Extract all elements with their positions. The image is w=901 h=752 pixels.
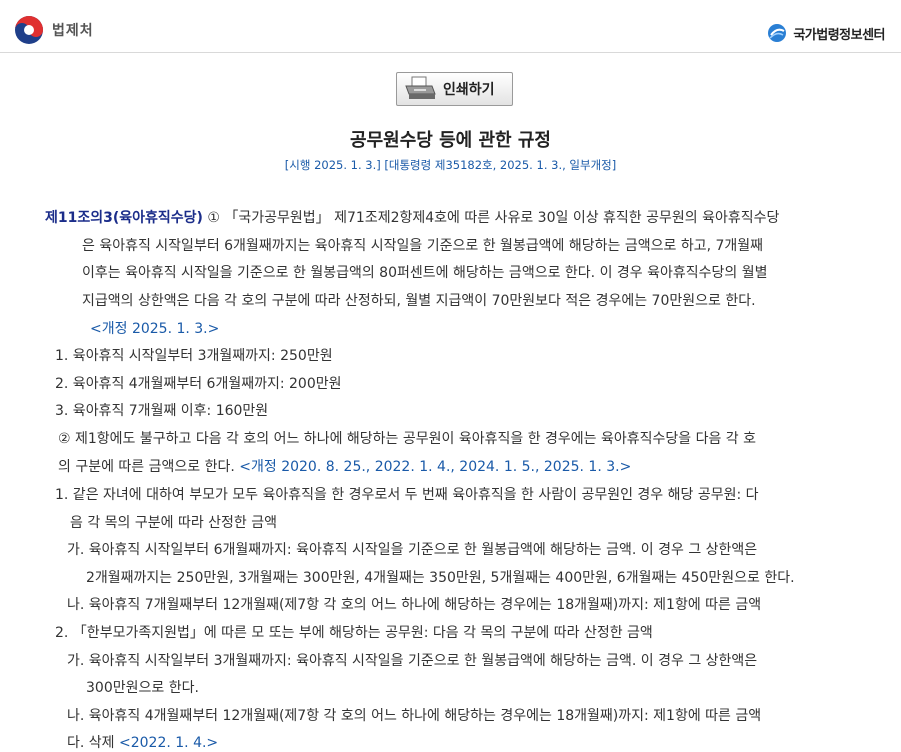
sub-item: 가. 육아휴직 시작일부터 6개월째까지: 육아휴직 시작일을 기준으로 한 월… bbox=[67, 542, 758, 558]
page-header: 법제처 국가법령정보센터 bbox=[0, 0, 901, 52]
sub-item-continuation: 2개월째까지는 250만원, 3개월째는 300만원, 4개월째는 350만원,… bbox=[86, 570, 795, 586]
list-item: 2. 육아휴직 4개월째부터 6개월째까지: 200만원 bbox=[55, 376, 342, 392]
paragraph-1-line: 이후는 육아휴직 시작일을 기준으로 한 월봉급액의 80퍼센트에 해당하는 금… bbox=[82, 265, 768, 281]
sub-item: 나. 육아휴직 4개월째부터 12개월째(제7항 각 호의 어느 하나에 해당하… bbox=[67, 708, 762, 724]
list-item: 2. 「한부모가족지원법」에 따른 모 또는 부에 해당하는 공무원: 다음 각… bbox=[55, 625, 653, 641]
list-item: 3. 육아휴직 7개월째 이후: 160만원 bbox=[55, 403, 269, 419]
article-first-line: 제11조의3(육아휴직수당) ① 「국가공무원법」 제71조제2항제4호에 따른… bbox=[45, 207, 779, 227]
globe-logo-icon bbox=[768, 24, 787, 42]
moleg-name: 법제처 bbox=[52, 23, 94, 39]
sub-item: 다. 삭제 <2022. 1. 4.> bbox=[67, 732, 218, 752]
print-button[interactable]: 인쇄하기 bbox=[396, 72, 513, 106]
law-info-center-name: 국가법령정보센터 bbox=[793, 27, 885, 43]
paragraph-1-line: 지급액의 상한액은 다음 각 호의 구분에 따라 산정하되, 월별 지급액이 7… bbox=[82, 293, 756, 309]
amendment-link[interactable]: <개정 2025. 1. 3.> bbox=[90, 318, 219, 338]
list-item-continuation: 음 각 목의 구분에 따라 산정한 금액 bbox=[70, 515, 278, 531]
list-item: 1. 육아휴직 시작일부터 3개월째까지: 250만원 bbox=[55, 348, 333, 364]
law-info-center-logo[interactable]: 국가법령정보센터 bbox=[767, 23, 885, 43]
document-subtitle: [시행 2025. 1. 3.] [대통령령 제35182호, 2025. 1.… bbox=[284, 158, 617, 172]
list-item: 1. 같은 자녀에 대하여 부모가 모두 육아휴직을 한 경우로서 두 번째 육… bbox=[55, 487, 759, 503]
paragraph-2-line: 의 구분에 따른 금액으로 한다. <개정 2020. 8. 25., 2022… bbox=[58, 456, 631, 476]
header-divider bbox=[0, 52, 901, 53]
sub-item: 가. 육아휴직 시작일부터 3개월째까지: 육아휴직 시작일을 기준으로 한 월… bbox=[67, 653, 758, 669]
print-button-label: 인쇄하기 bbox=[443, 82, 495, 98]
taegeuk-emblem-icon bbox=[15, 16, 43, 44]
paragraph-1-line: 은 육아휴직 시작일부터 6개월째까지는 육아휴직 시작일을 기준으로 한 월봉… bbox=[82, 238, 764, 254]
amendment-link[interactable]: <개정 2020. 8. 25., 2022. 1. 4., 2024. 1. … bbox=[239, 459, 631, 475]
article-title: 제11조의3(육아휴직수당) bbox=[45, 210, 203, 226]
moleg-logo[interactable]: 법제처 bbox=[14, 15, 94, 45]
sub-item: 나. 육아휴직 7개월째부터 12개월째(제7항 각 호의 어느 하나에 해당하… bbox=[67, 597, 762, 613]
deleted-item-text: 다. 삭제 bbox=[67, 735, 115, 751]
sub-item-continuation: 300만원으로 한다. bbox=[86, 680, 199, 696]
printer-icon bbox=[405, 76, 436, 99]
paragraph-1-line: ① 「국가공무원법」 제71조제2항제4호에 따른 사유로 30일 이상 휴직한… bbox=[207, 210, 780, 226]
amendment-link[interactable]: <2022. 1. 4.> bbox=[119, 735, 218, 751]
paragraph-2-line: ② 제1항에도 불구하고 다음 각 호의 어느 하나에 해당하는 공무원이 육아… bbox=[58, 431, 757, 447]
document-title: 공무원수당 등에 관한 규정 bbox=[350, 130, 551, 151]
paragraph-2-text: 의 구분에 따른 금액으로 한다. bbox=[58, 459, 235, 475]
